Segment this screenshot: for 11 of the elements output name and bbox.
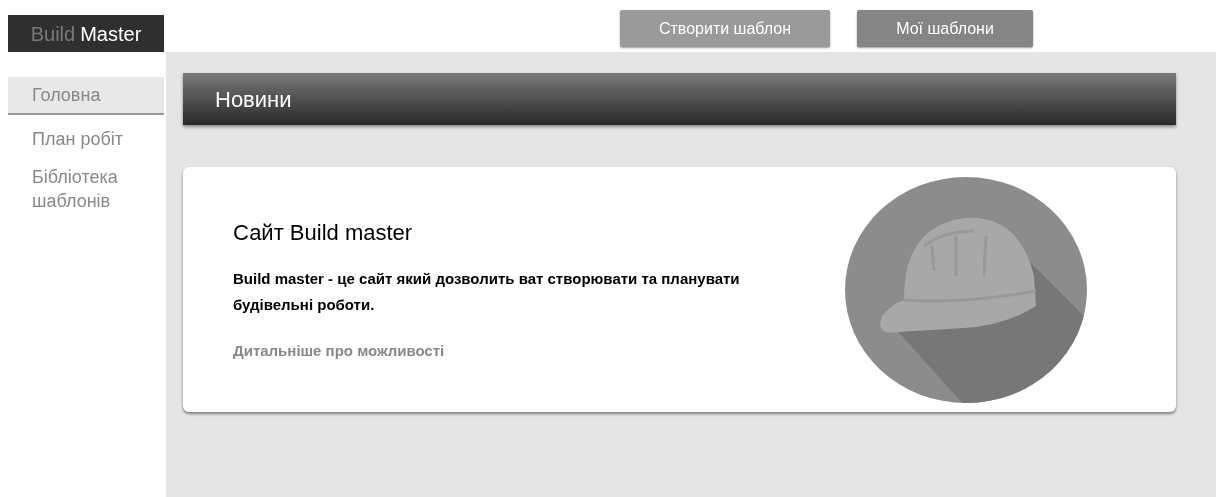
helmet-icon — [844, 175, 1088, 404]
sidebar-item[interactable]: Бібліотека шаблонів — [8, 161, 164, 217]
section-title: Новини — [215, 85, 292, 114]
sidebar-item[interactable]: План робіт — [8, 123, 164, 155]
header-button[interactable]: Створити шаблон — [620, 10, 830, 47]
card-text: Build master - це сайт який дозволить ват створювати та планувати будівельні роботи. — [233, 269, 741, 316]
card-title: Сайт Build master — [233, 219, 414, 248]
more-link[interactable]: Дитальніше про можливості — [233, 340, 773, 363]
logo[interactable]: Build Master — [8, 15, 164, 52]
header-button[interactable]: Мої шаблони — [857, 10, 1033, 47]
sidebar-item[interactable]: Головна — [8, 77, 164, 115]
